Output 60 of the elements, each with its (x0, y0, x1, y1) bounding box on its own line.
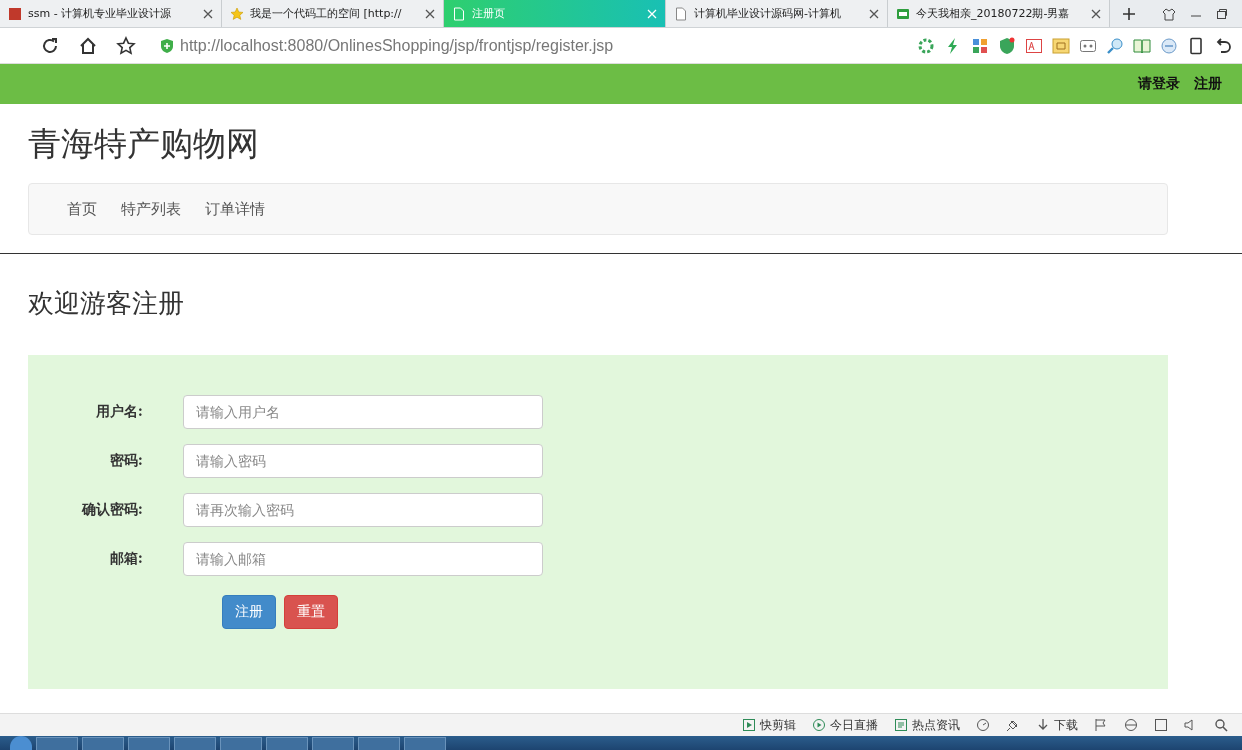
input-field[interactable]: 请输入密码 (183, 444, 543, 478)
star-icon[interactable] (116, 35, 136, 56)
close-icon[interactable] (869, 8, 879, 19)
reset-button[interactable]: 重置 (284, 595, 338, 629)
book-icon[interactable] (1133, 36, 1151, 55)
download-icon (1036, 718, 1050, 732)
minus-circle-icon[interactable] (1160, 36, 1178, 55)
nav-link[interactable]: 首页 (59, 199, 105, 219)
apps-icon[interactable] (971, 36, 989, 55)
field-label: 确认密码: (80, 501, 144, 519)
status-item[interactable]: 热点资讯 (894, 716, 960, 734)
undo-icon[interactable] (1214, 36, 1232, 55)
close-icon[interactable] (1091, 8, 1101, 19)
reload-icon[interactable] (40, 35, 60, 56)
aperture-icon[interactable] (917, 36, 935, 55)
start-button[interactable] (10, 736, 32, 750)
input-field[interactable]: 请输入邮箱 (183, 542, 543, 576)
tablet-icon[interactable] (1187, 36, 1205, 55)
submit-button[interactable]: 注册 (222, 595, 276, 629)
shield-icon[interactable] (998, 36, 1016, 55)
translate-icon[interactable] (1025, 36, 1043, 55)
nav-link[interactable]: 请登录 (1138, 75, 1180, 93)
address-field[interactable]: http://localhost:8080/OnlinesShopping/jsp/frontjsp/register.jsp (154, 32, 899, 59)
new-tab-icon[interactable] (1122, 6, 1136, 21)
page-heading: 欢迎游客注册 (28, 287, 185, 320)
nav-link[interactable]: 注册 (1194, 75, 1222, 93)
film-icon (742, 718, 756, 732)
shirt-icon[interactable] (1162, 6, 1176, 21)
field-label: 邮箱: (108, 550, 144, 568)
maximize-icon[interactable] (1216, 7, 1228, 20)
star-icon (230, 6, 244, 21)
status-item[interactable]: 今日直播 (812, 716, 878, 734)
field-label: 用户名: (94, 403, 144, 421)
square-icon (8, 6, 22, 21)
close-icon[interactable] (203, 8, 213, 19)
close-icon[interactable] (425, 8, 435, 19)
site-title: 青海特产购物网 (28, 123, 260, 165)
window-icon[interactable] (1154, 718, 1168, 732)
browser-tab[interactable]: 我是一个代码工的空间 [http:// (222, 0, 444, 27)
magnifier-icon[interactable] (1106, 36, 1124, 55)
field-label: 密码: (108, 452, 144, 470)
flag-icon[interactable] (1094, 718, 1108, 732)
home-icon[interactable] (78, 35, 98, 56)
speedometer-icon[interactable] (976, 718, 990, 732)
input-field[interactable]: 请输入用户名 (183, 395, 543, 429)
status-item[interactable]: 下载 (1036, 716, 1078, 734)
browser-tab[interactable]: 今天我相亲_20180722期-男嘉 (888, 0, 1110, 27)
page-icon (674, 6, 688, 21)
status-item[interactable]: 快剪辑 (742, 716, 796, 734)
nav-link[interactable]: 订单详情 (197, 199, 273, 219)
nav-link[interactable]: 特产列表 (113, 199, 189, 219)
page-icon (452, 6, 466, 21)
play-icon (812, 718, 826, 732)
video-icon (896, 6, 910, 21)
search-icon[interactable] (1214, 718, 1228, 732)
browser-tab[interactable]: ssm - 计算机专业毕业设计源 (0, 0, 222, 27)
shield-icon (160, 37, 174, 54)
browser-tab[interactable]: 计算机毕业设计源码网-计算机 (666, 0, 888, 27)
news-icon (894, 718, 908, 732)
input-field[interactable]: 请再次输入密码 (183, 493, 543, 527)
